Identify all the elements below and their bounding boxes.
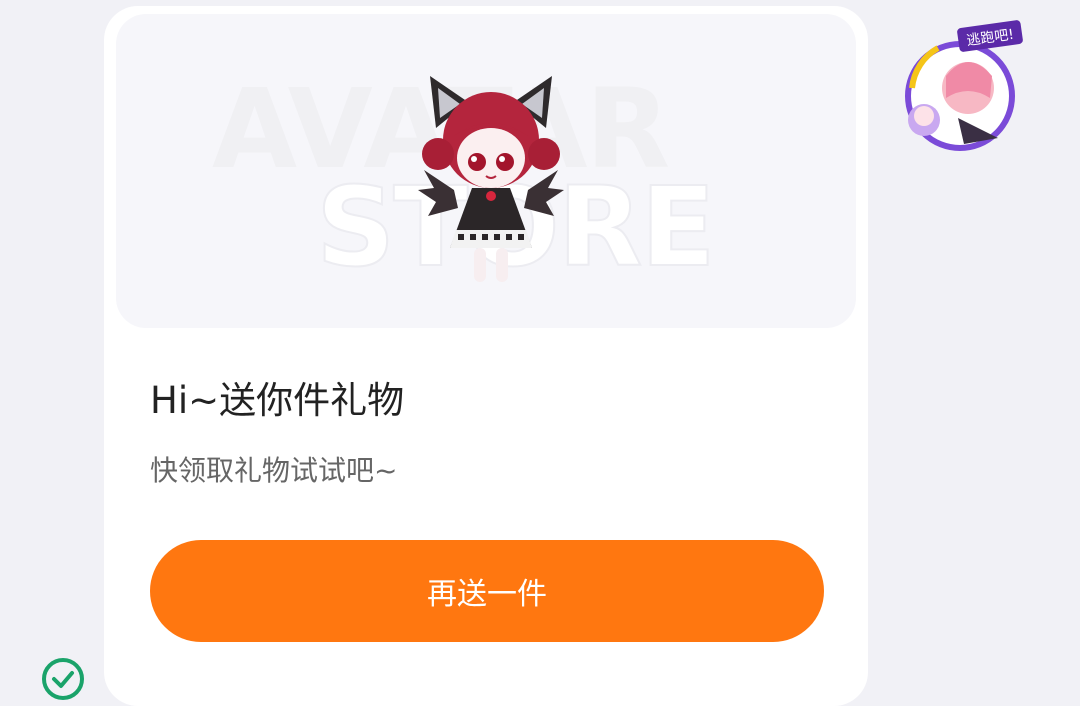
gift-doll-image <box>418 76 564 282</box>
gift-card: AVATAR STORE <box>104 6 868 706</box>
gift-title: Hi~送你件礼物 <box>150 379 405 422</box>
anime-sticker-badge[interactable]: 逃跑吧! <box>898 18 1028 158</box>
check-circle-icon <box>42 658 84 700</box>
gift-subtitle: 快领取礼物试试吧~ <box>150 454 398 487</box>
gift-banner: AVATAR STORE <box>116 14 856 328</box>
send-another-button[interactable]: 再送一件 <box>150 540 824 642</box>
